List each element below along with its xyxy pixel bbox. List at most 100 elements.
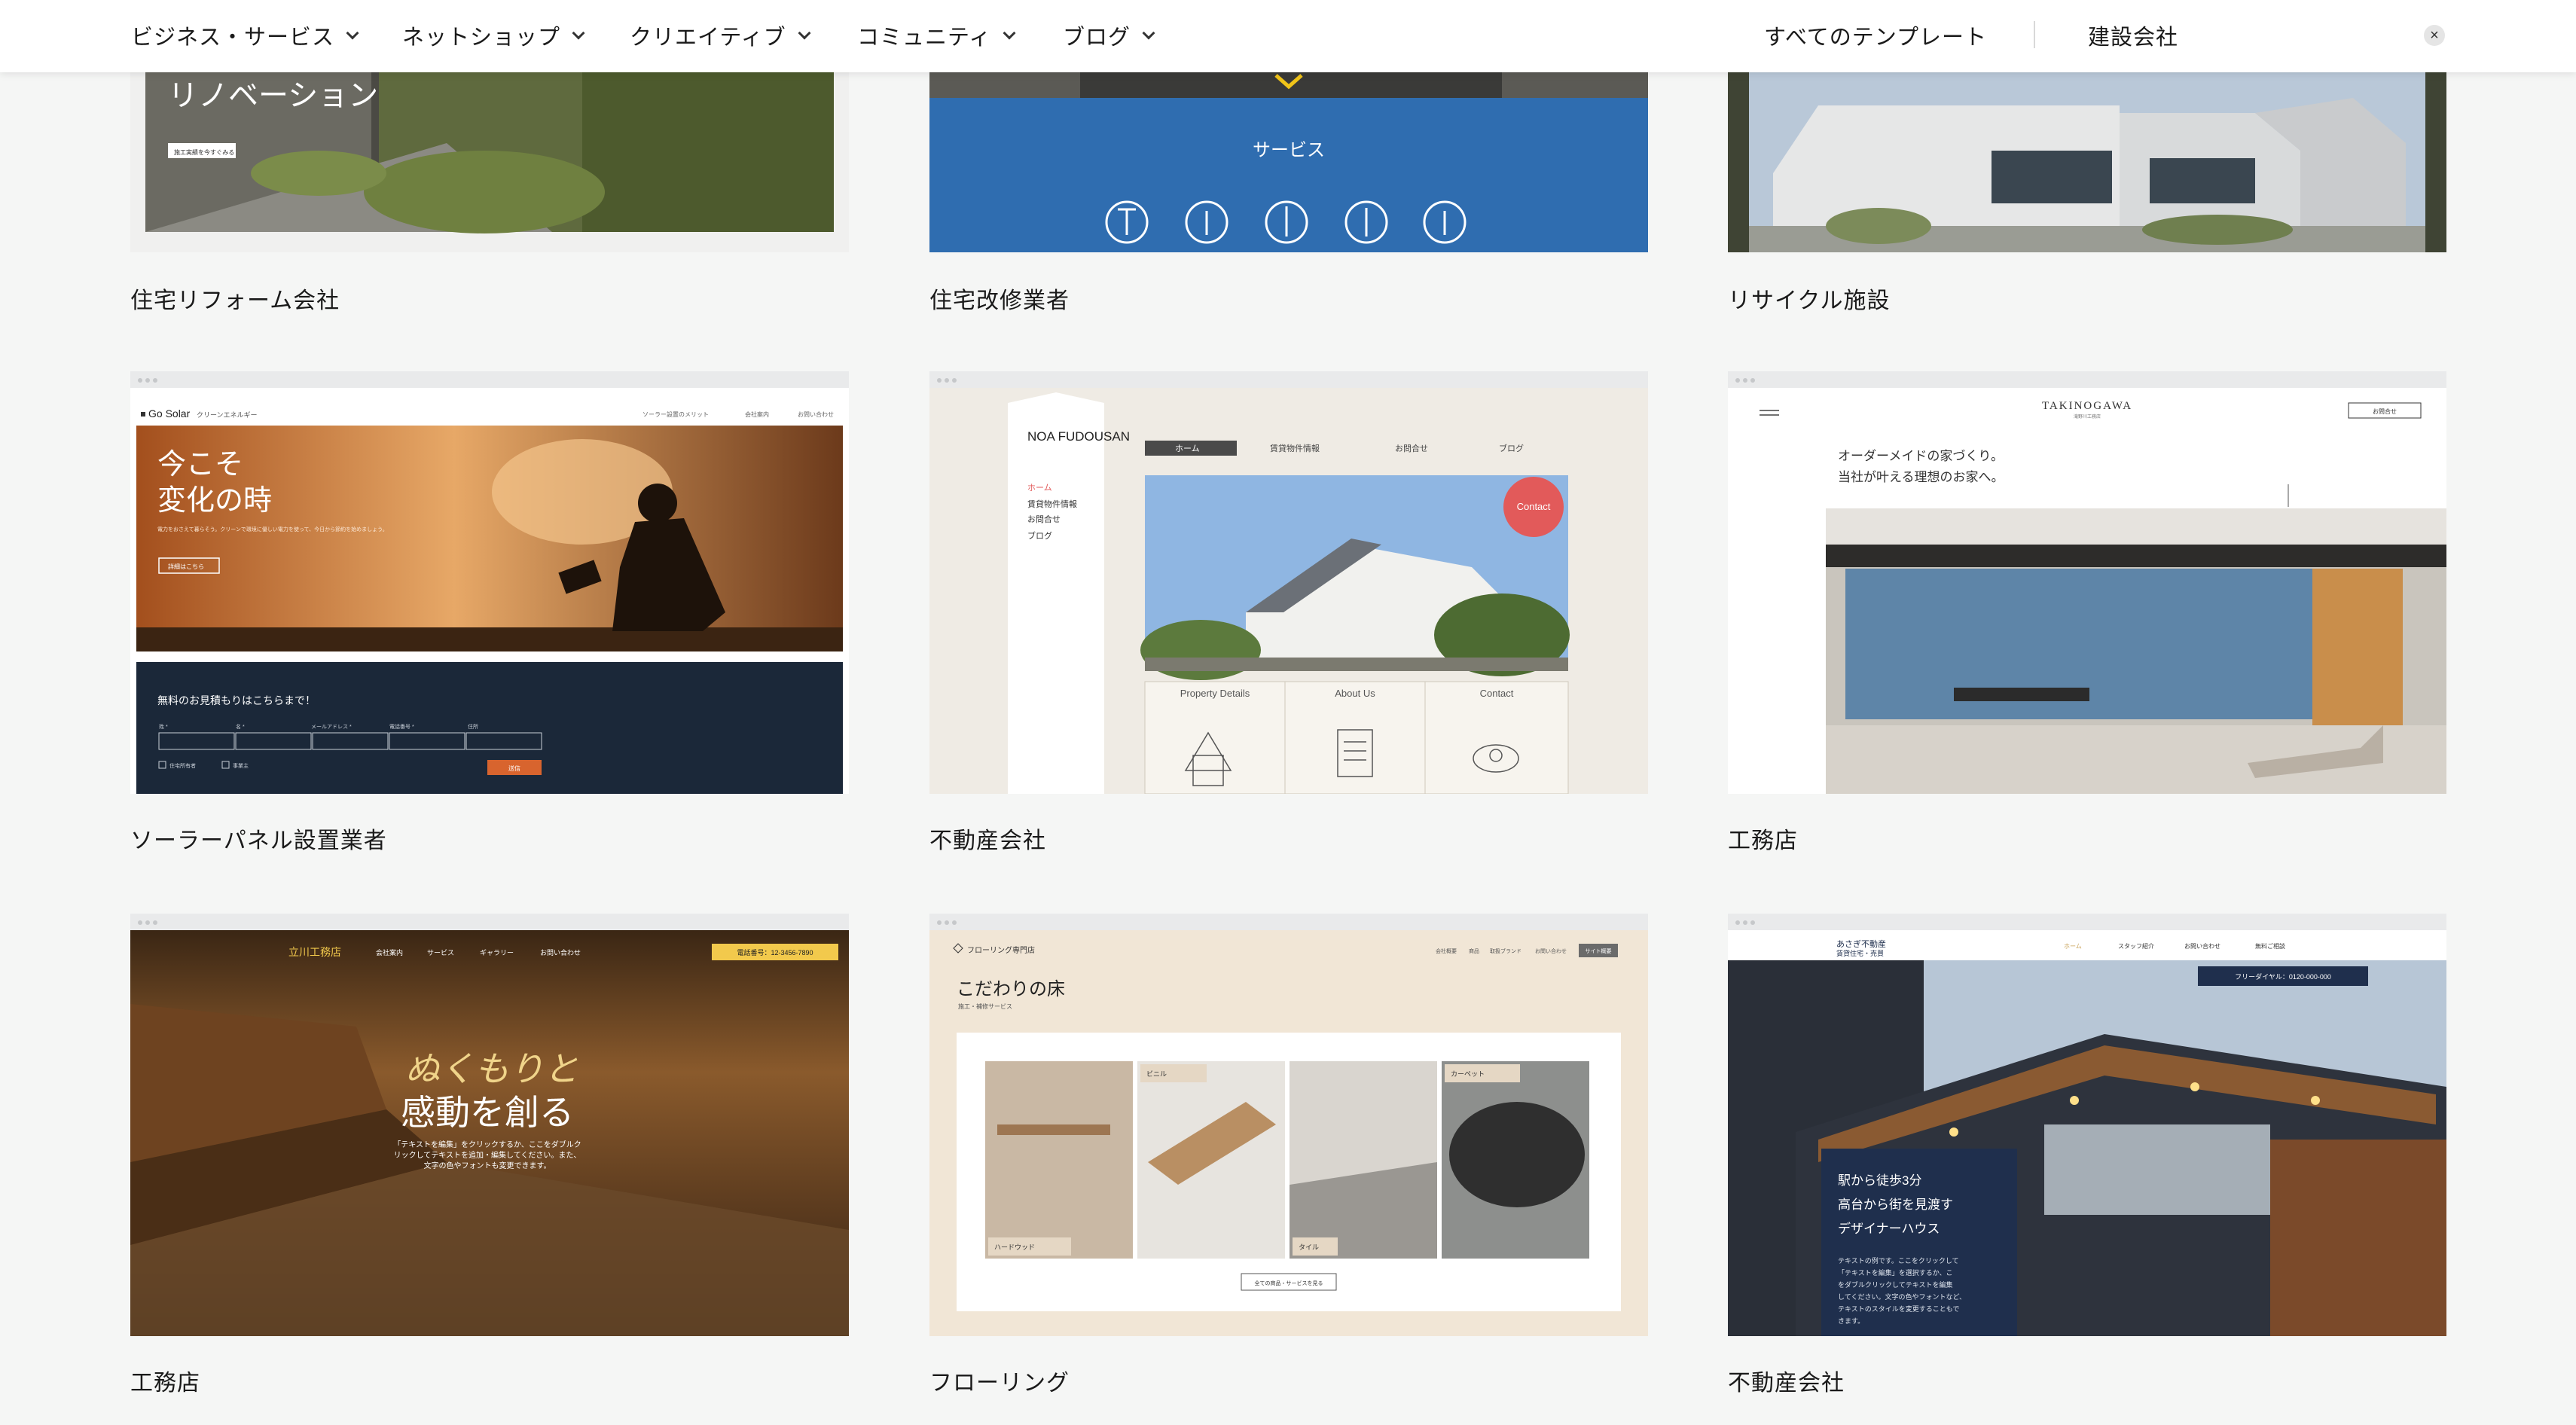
chevron-down-icon: [346, 26, 359, 40]
template-title[interactable]: 工務店: [1728, 822, 1798, 855]
nav-label: ブログ: [1063, 26, 1131, 50]
close-icon: ×: [2430, 27, 2439, 44]
preview-image: Go Solar クリーンエネルギー ソーラー設置のメリット 会社案内 お問い合…: [130, 388, 849, 794]
svg-text:デザイナーハウス: デザイナーハウス: [1838, 1221, 1940, 1236]
svg-text:ブログ: ブログ: [1499, 443, 1524, 453]
svg-text:Property Details: Property Details: [1180, 688, 1250, 699]
nav-business-services[interactable]: ビジネス・サービス: [131, 20, 359, 51]
svg-text:お問合せ: お問合せ: [2373, 407, 2397, 415]
nav-community[interactable]: コミュニティ: [857, 20, 1016, 51]
preview-image: フローリング専門店 会社概要 商品 取扱ブランド お問い合わせ サイト概要 こだ…: [929, 930, 1648, 1336]
svg-text:スタッフ紹介: スタッフ紹介: [2118, 942, 2154, 950]
svg-text:テキストのスタイルを変更することもで: テキストのスタイルを変更することもで: [1838, 1304, 1959, 1313]
preview-image: あさぎ不動産 賃貸住宅・売買 ホーム スタッフ紹介 お問い合わせ 無料ご相談 フ…: [1728, 930, 2446, 1336]
template-card[interactable]: TAKINOGAWA 滝野川工務店 お問合せ オーダーメイドの家づくり。 当社が…: [1728, 371, 2446, 853]
svg-text:会社案内: 会社案内: [745, 410, 769, 418]
svg-text:電話番号：12-3456-7890: 電話番号：12-3456-7890: [737, 948, 813, 957]
svg-text:姓 *: 姓 *: [159, 723, 168, 730]
svg-text:ホーム: ホーム: [1027, 483, 1052, 493]
template-title[interactable]: リサイクル施設: [1728, 282, 1891, 315]
search-input[interactable]: 建設会社: [2088, 20, 2178, 51]
nav-creative[interactable]: クリエイティブ: [630, 20, 811, 51]
svg-text:オーダーメイドの家づくり。: オーダーメイドの家づくり。: [1838, 449, 2004, 463]
svg-text:「テキストを編集」を選択するか、こ: 「テキストを編集」を選択するか、こ: [1838, 1268, 1953, 1277]
preview-logo: NOA FUDOUSAN: [1027, 429, 1130, 444]
template-preview[interactable]: フローリング専門店 会社概要 商品 取扱ブランド お問い合わせ サイト概要 こだ…: [929, 914, 1648, 1336]
svg-text:ビニル: ビニル: [1146, 1070, 1167, 1078]
template-card[interactable]: あさぎ不動産 賃貸住宅・売買 ホーム スタッフ紹介 お問い合わせ 無料ご相談 フ…: [1728, 914, 2446, 1411]
svg-text:滝野川工務店: 滝野川工務店: [2074, 413, 2101, 420]
svg-text:リックしてテキストを追加・編集してください。また、: リックしてテキストを追加・編集してください。また、: [394, 1150, 581, 1160]
svg-text:ギャラリー: ギャラリー: [480, 949, 514, 957]
top-navigation: ビジネス・サービス ネットショップ クリエイティブ コミュニティ ブログ すべて…: [0, 0, 2576, 72]
all-templates-link[interactable]: すべてのテンプレート: [1764, 20, 1987, 51]
chevron-down-icon: [572, 26, 585, 40]
svg-text:文字の色やフォントも変更できます。: 文字の色やフォントも変更できます。: [424, 1161, 551, 1170]
svg-text:してください。文字の色やフォントなど、: してください。文字の色やフォントなど、: [1838, 1292, 1966, 1301]
chevron-down-icon: [798, 26, 811, 40]
nav-label: クリエイティブ: [630, 26, 786, 50]
preview-brand: あさぎ不動産: [1836, 938, 1886, 949]
svg-text:電力をおさえて暮らそう。クリーンで環境に優しい電力を使って、: 電力をおさえて暮らそう。クリーンで環境に優しい電力を使って、今日から節約を始めま…: [157, 526, 388, 532]
svg-text:サービス: サービス: [427, 949, 454, 957]
template-title[interactable]: 住宅リフォーム会社: [130, 282, 340, 315]
template-preview[interactable]: 立川工務店 会社案内 サービス ギャラリー お問い合わせ 電話番号：12-345…: [130, 914, 849, 1336]
svg-text:ブログ: ブログ: [1027, 530, 1052, 541]
preview-brand: Go Solar: [148, 407, 191, 420]
nav-label: コミュニティ: [857, 26, 992, 50]
clear-search-button[interactable]: ×: [2424, 25, 2445, 46]
svg-text:高台から街を見渡す: 高台から街を見渡す: [1838, 1198, 1953, 1212]
svg-text:名 *: 名 *: [236, 723, 245, 730]
svg-text:About Us: About Us: [1335, 688, 1375, 699]
svg-text:お問い合わせ: お問い合わせ: [540, 948, 581, 957]
preview-headline: ぬくもりと: [405, 1050, 578, 1088]
preview-button: 施工実績を今すぐみる: [174, 148, 234, 156]
template-card[interactable]: 立川工務店 会社案内 サービス ギャラリー お問い合わせ 電話番号：12-345…: [130, 914, 849, 1411]
preview-image: NOA FUDOUSAN ホーム 賃貸物件情報 お問合せ ブログ ホーム 賃貸物…: [929, 388, 1648, 794]
template-card[interactable]: Go Solar クリーンエネルギー ソーラー設置のメリット 会社案内 お問い合…: [130, 371, 849, 853]
svg-text:お問い合わせ: お問い合わせ: [2184, 942, 2220, 950]
template-preview[interactable]: Go Solar クリーンエネルギー ソーラー設置のメリット 会社案内 お問い合…: [130, 371, 849, 794]
svg-text:当社が叶える理想のお家へ。: 当社が叶える理想のお家へ。: [1838, 470, 2004, 484]
preview-headline: 今こそ: [157, 449, 243, 481]
nav-online-store[interactable]: ネットショップ: [402, 20, 585, 51]
svg-text:事業主: 事業主: [233, 762, 249, 769]
template-title[interactable]: 住宅改修業者: [929, 282, 1070, 315]
template-title[interactable]: フローリング: [929, 1364, 1070, 1397]
svg-text:送信: 送信: [508, 764, 520, 772]
template-preview[interactable]: あさぎ不動産 賃貸住宅・売買 ホーム スタッフ紹介 お問い合わせ 無料ご相談 フ…: [1728, 914, 2446, 1336]
svg-text:賃貸物件情報: 賃貸物件情報: [1027, 499, 1077, 509]
nav-label: ネットショップ: [402, 26, 561, 50]
nav-divider: [2034, 21, 2035, 48]
template-preview[interactable]: TAKINOGAWA 滝野川工務店 お問合せ オーダーメイドの家づくり。 当社が…: [1728, 371, 2446, 794]
svg-text:変化の時: 変化の時: [157, 485, 272, 517]
template-title[interactable]: ソーラーパネル設置業者: [130, 822, 387, 855]
template-title[interactable]: 不動産会社: [1728, 1364, 1845, 1397]
svg-text:お問い合わせ: お問い合わせ: [798, 410, 834, 418]
svg-text:商品: 商品: [1469, 947, 1479, 954]
svg-text:無料ご相談: 無料ご相談: [2255, 942, 2285, 950]
svg-text:賃貸物件情報: 賃貸物件情報: [1270, 443, 1320, 453]
svg-text:クリーンエネルギー: クリーンエネルギー: [197, 411, 258, 419]
template-card[interactable]: フローリング専門店 会社概要 商品 取扱ブランド お問い合わせ サイト概要 こだ…: [929, 914, 1648, 1411]
preview-heading: リノベーション: [168, 79, 378, 112]
svg-text:「テキストを編集」をクリックするか、ここをダブルク: 「テキストを編集」をクリックするか、ここをダブルク: [393, 1140, 581, 1149]
svg-text:電話番号 *: 電話番号 *: [389, 723, 414, 730]
svg-text:テキストの例です。ここをクリックして: テキストの例です。ここをクリックして: [1838, 1256, 1959, 1265]
nav-blog[interactable]: ブログ: [1063, 20, 1155, 51]
svg-text:ホーム: ホーム: [1175, 444, 1200, 453]
preview-heading: サービス: [1253, 140, 1325, 160]
template-preview[interactable]: NOA FUDOUSAN ホーム 賃貸物件情報 お問合せ ブログ ホーム 賃貸物…: [929, 371, 1648, 794]
template-title[interactable]: 工務店: [130, 1364, 200, 1397]
template-card[interactable]: NOA FUDOUSAN ホーム 賃貸物件情報 お問合せ ブログ ホーム 賃貸物…: [929, 371, 1648, 853]
svg-text:きます。: きます。: [1838, 1317, 1864, 1325]
svg-text:をダブルクリックしてテキストを編集: をダブルクリックしてテキストを編集: [1838, 1280, 1952, 1289]
template-title[interactable]: 不動産会社: [929, 822, 1046, 855]
preview-brand: TAKINOGAWA: [2042, 400, 2132, 412]
preview-image: TAKINOGAWA 滝野川工務店 お問合せ オーダーメイドの家づくり。 当社が…: [1728, 388, 2446, 794]
svg-text:施工・補修サービス: 施工・補修サービス: [958, 1002, 1012, 1010]
svg-text:カーペット: カーペット: [1451, 1070, 1485, 1078]
svg-text:会社概要: 会社概要: [1436, 947, 1457, 954]
svg-text:無料のお見積もりはこちらまで！: 無料のお見積もりはこちらまで！: [157, 694, 316, 706]
preview-brand: フローリング専門店: [967, 945, 1035, 955]
